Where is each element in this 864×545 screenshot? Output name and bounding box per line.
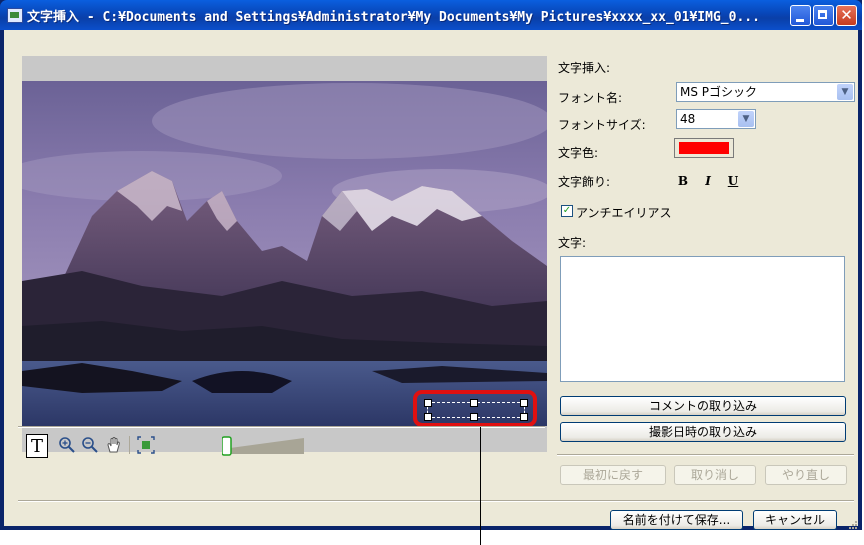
- chevron-down-icon[interactable]: ▼: [837, 84, 853, 100]
- text-label: 文字:: [558, 236, 587, 250]
- antialias-checkbox[interactable]: ✓: [561, 205, 573, 217]
- close-icon: ✕: [840, 6, 853, 24]
- zoom-slider[interactable]: [222, 436, 304, 456]
- text-input[interactable]: [560, 256, 845, 382]
- app-icon: [7, 8, 23, 23]
- import-datetime-button[interactable]: 撮影日時の取り込み: [560, 422, 846, 442]
- title-bar[interactable]: 文字挿入 - C:¥Documents and Settings¥Adminis…: [0, 0, 862, 30]
- hand-icon: [107, 437, 120, 453]
- photo-preview[interactable]: [22, 81, 547, 426]
- zoom-in-button[interactable]: [57, 434, 77, 456]
- resize-handle[interactable]: [424, 399, 432, 407]
- dialog-body: T 文字挿入: フォント名: MS Pゴシック ▼ フォントサイズ: 48 ▼ …: [4, 30, 858, 530]
- antialias-label[interactable]: アンチエイリアス: [576, 204, 672, 221]
- text-selection-highlight[interactable]: [413, 390, 537, 427]
- callout-line: [480, 427, 481, 545]
- minimize-button[interactable]: [790, 5, 811, 26]
- font-name-value: MS Pゴシック: [680, 85, 758, 99]
- font-size-label: フォントサイズ:: [558, 118, 646, 132]
- italic-button[interactable]: I: [701, 174, 715, 188]
- save-as-button[interactable]: 名前を付けて保存...: [610, 510, 743, 530]
- panel-heading: 文字挿入:: [558, 61, 611, 75]
- zoom-slider-thumb[interactable]: [222, 436, 232, 456]
- close-button[interactable]: ✕: [836, 5, 857, 26]
- text-tool-button[interactable]: T: [26, 434, 48, 458]
- text-color-label: 文字色:: [558, 146, 599, 160]
- resize-handle[interactable]: [424, 413, 432, 421]
- undo-button[interactable]: 取り消し: [674, 465, 756, 485]
- mountain-photo: [22, 81, 547, 426]
- font-name-select[interactable]: MS Pゴシック ▼: [676, 82, 855, 102]
- bold-button[interactable]: B: [676, 174, 690, 188]
- font-size-value: 48: [680, 112, 696, 126]
- window-title: 文字挿入 - C:¥Documents and Settings¥Adminis…: [27, 10, 760, 25]
- text-color-button[interactable]: [674, 138, 734, 158]
- checkmark-icon: ✓: [562, 205, 572, 216]
- zoom-out-icon: [82, 437, 98, 453]
- resize-grip-icon[interactable]: [848, 520, 858, 530]
- reset-button[interactable]: 最初に戻す: [560, 465, 666, 485]
- app-window: 文字挿入 - C:¥Documents and Settings¥Adminis…: [0, 0, 862, 530]
- toolbar-separator: [129, 436, 130, 454]
- fit-to-window-button[interactable]: [136, 434, 156, 456]
- resize-handle[interactable]: [470, 413, 478, 421]
- fit-icon: [137, 436, 155, 454]
- redo-button[interactable]: やり直し: [765, 465, 847, 485]
- divider: [557, 454, 854, 456]
- font-name-label: フォント名:: [558, 91, 623, 105]
- divider: [18, 426, 545, 428]
- resize-handle[interactable]: [520, 399, 528, 407]
- divider: [18, 500, 854, 502]
- resize-handle[interactable]: [520, 413, 528, 421]
- zoom-out-button[interactable]: [80, 434, 100, 456]
- chevron-down-icon[interactable]: ▼: [738, 111, 754, 127]
- import-comment-button[interactable]: コメントの取り込み: [560, 396, 846, 416]
- cancel-button[interactable]: キャンセル: [753, 510, 837, 530]
- maximize-button[interactable]: [813, 5, 834, 26]
- hand-tool-button[interactable]: [104, 434, 124, 456]
- text-decoration-label: 文字飾り:: [558, 175, 611, 189]
- zoom-in-icon: [59, 437, 75, 453]
- underline-button[interactable]: U: [726, 174, 740, 188]
- resize-handle[interactable]: [470, 399, 478, 407]
- font-size-select[interactable]: 48 ▼: [676, 109, 756, 129]
